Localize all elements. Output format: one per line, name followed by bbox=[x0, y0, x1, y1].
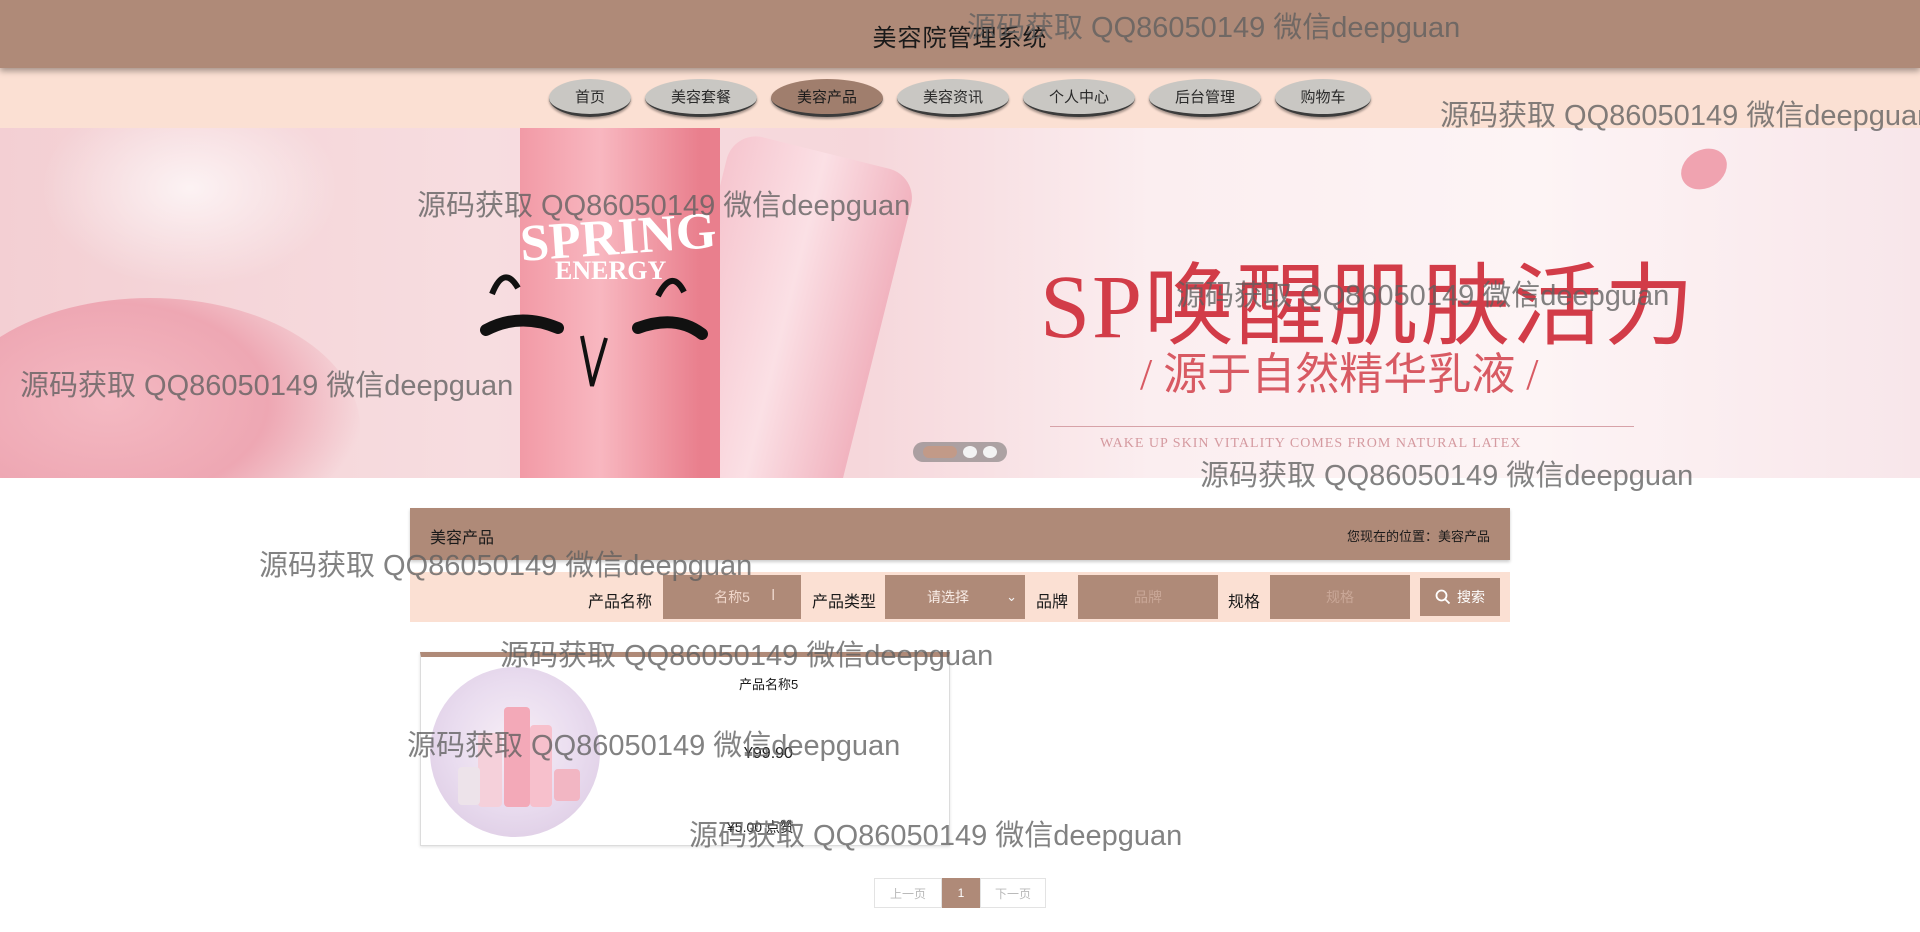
product-meta: ¥5.00 点赞 bbox=[727, 819, 794, 835]
carousel-dot-3[interactable] bbox=[983, 446, 997, 458]
chevron-down-icon: ⌄ bbox=[1006, 589, 1017, 604]
nav-item-cart[interactable]: 购物车 bbox=[1275, 79, 1371, 117]
pagination: 上一页 1 下一页 bbox=[874, 878, 1046, 908]
product-jar bbox=[458, 767, 480, 805]
search-bar: 产品名称 名称5 I 产品类型 请选择 ⌄ 品牌 品牌 规格 规格 搜索 bbox=[410, 572, 1510, 622]
spec-input[interactable]: 规格 bbox=[1270, 575, 1410, 619]
prev-page-button[interactable]: 上一页 bbox=[874, 878, 942, 908]
nav-item-products[interactable]: 美容产品 bbox=[771, 79, 883, 117]
product-type-selected: 请选择 bbox=[927, 589, 969, 605]
banner-carousel[interactable]: SPRING ENERGY SP唤醒肌肤活力 / 源于自然精华乳液 / WAKE… bbox=[0, 128, 1920, 478]
banner-subheadline: / 源于自然精华乳液 / bbox=[1140, 350, 1539, 399]
product-card[interactable]: 产品名称5 ¥99.90 ¥5.00 点赞 bbox=[420, 652, 950, 846]
product-name-value: 名称5 bbox=[714, 589, 750, 605]
breadcrumb: 您现在的位置：美容产品 bbox=[1346, 529, 1490, 544]
search-icon bbox=[1435, 589, 1451, 605]
page-1-button[interactable]: 1 bbox=[942, 878, 980, 908]
brand-input[interactable]: 品牌 bbox=[1078, 575, 1218, 619]
product-bottle bbox=[530, 725, 552, 807]
petal-decoration bbox=[1673, 140, 1735, 198]
spec-label: 规格 bbox=[1228, 594, 1261, 611]
product-price: ¥99.90 bbox=[744, 745, 793, 762]
spec-placeholder: 规格 bbox=[1326, 589, 1354, 605]
main-nav: 首页 美容套餐 美容产品 美容资讯 个人中心 后台管理 购物车 bbox=[0, 68, 1920, 128]
product-name-input[interactable]: 名称5 I bbox=[663, 575, 801, 619]
carousel-indicators bbox=[913, 442, 1007, 462]
brand-label: 品牌 bbox=[1036, 594, 1069, 611]
product-image[interactable] bbox=[430, 667, 600, 837]
banner-english-tagline: WAKE UP SKIN VITALITY COMES FROM NATURAL… bbox=[1100, 436, 1522, 451]
section-title: 美容产品 bbox=[430, 530, 495, 547]
product-name[interactable]: 产品名称5 bbox=[739, 674, 798, 693]
product-type-select[interactable]: 请选择 ⌄ bbox=[885, 575, 1025, 619]
section-header: 美容产品 您现在的位置：美容产品 bbox=[410, 508, 1510, 560]
petal-decoration bbox=[40, 128, 340, 288]
petal-decoration bbox=[0, 298, 360, 478]
nav-item-home[interactable]: 首页 bbox=[549, 79, 631, 117]
product-type-label: 产品类型 bbox=[812, 594, 877, 611]
banner-divider bbox=[1050, 426, 1634, 427]
product-bottle bbox=[478, 733, 502, 807]
carousel-dot-2[interactable] bbox=[963, 446, 977, 458]
nav-item-news[interactable]: 美容资讯 bbox=[897, 79, 1009, 117]
nav-item-profile[interactable]: 个人中心 bbox=[1023, 79, 1135, 117]
product-bottle bbox=[504, 707, 530, 807]
nav-item-admin[interactable]: 后台管理 bbox=[1149, 79, 1261, 117]
carousel-dot-1[interactable] bbox=[923, 446, 957, 458]
site-title: 美容院管理系统 bbox=[872, 25, 1048, 52]
next-page-button[interactable]: 下一页 bbox=[980, 878, 1046, 908]
search-button[interactable]: 搜索 bbox=[1420, 578, 1500, 616]
product-name-label: 产品名称 bbox=[588, 594, 653, 611]
site-header: 美容院管理系统 bbox=[0, 0, 1920, 68]
brand-placeholder: 品牌 bbox=[1134, 589, 1162, 605]
text-cursor-icon: I bbox=[771, 587, 776, 604]
nav-item-packages[interactable]: 美容套餐 bbox=[645, 79, 757, 117]
search-button-label: 搜索 bbox=[1457, 589, 1485, 605]
product-jar bbox=[554, 769, 580, 801]
smiley-doodle-icon bbox=[480, 274, 708, 387]
